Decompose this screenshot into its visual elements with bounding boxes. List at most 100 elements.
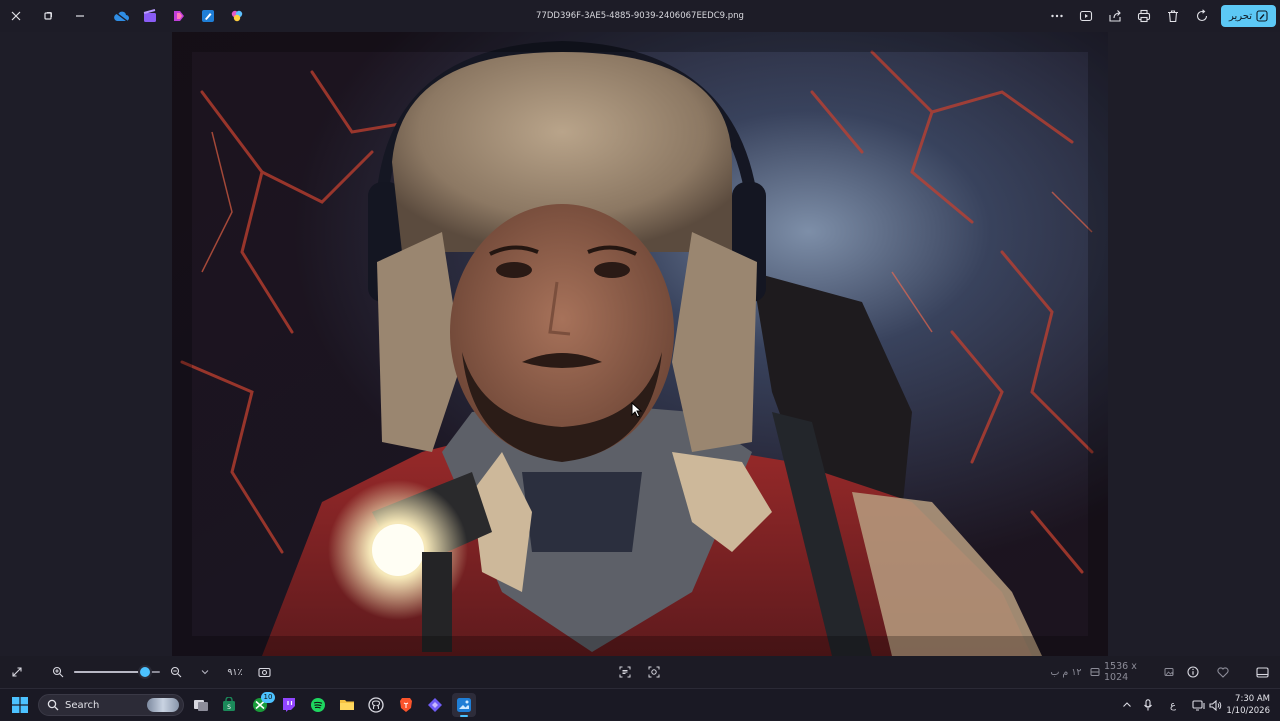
visual-search-button[interactable]	[613, 656, 637, 688]
image-dimensions: 1536 x 1024	[1104, 656, 1160, 688]
taskbar-brave-app[interactable]	[394, 693, 418, 717]
expand-icon	[12, 667, 22, 677]
slideshow-button[interactable]	[1072, 0, 1101, 32]
taskbar-twitch-app[interactable]	[277, 693, 301, 717]
favorite-button[interactable]	[1211, 656, 1235, 688]
crop-scan-button[interactable]	[642, 656, 666, 688]
portrait-image	[172, 32, 1108, 656]
microphone-icon	[1144, 699, 1152, 711]
taskbar-xbox-app[interactable]: 10	[248, 692, 275, 717]
delete-button[interactable]	[1159, 0, 1188, 32]
taskbar-store-app[interactable]: S	[217, 693, 241, 717]
xbox-notification-badge: 10	[261, 692, 275, 703]
title-bar-actions: تحرير	[1043, 0, 1276, 32]
input-language-label: ع	[1170, 699, 1176, 711]
fullscreen-button[interactable]	[4, 656, 30, 688]
tray-network[interactable]	[1188, 689, 1208, 721]
cloud-icon	[113, 11, 129, 22]
zoom-slider[interactable]	[74, 667, 160, 677]
zoom-in-button[interactable]	[46, 656, 70, 688]
monitor-network-icon	[1191, 699, 1205, 711]
more-options-button[interactable]	[1043, 0, 1072, 32]
clock-time: 7:30 AM	[1235, 694, 1270, 704]
clapper-icon	[143, 9, 156, 22]
info-icon	[1187, 666, 1199, 678]
edit-button-label: تحرير	[1228, 10, 1252, 22]
store-icon: S	[223, 697, 235, 711]
zoom-in-icon	[52, 666, 64, 678]
tray-overflow-button[interactable]	[1116, 689, 1138, 721]
tray-input-language[interactable]: ع	[1164, 689, 1182, 721]
windows-logo-icon	[12, 697, 28, 713]
heart-icon	[1217, 666, 1229, 678]
restore-icon	[44, 12, 52, 20]
designer-app-button[interactable]	[164, 0, 193, 32]
restore-button[interactable]	[32, 0, 64, 32]
search-placeholder: Search	[65, 699, 100, 711]
paint-app-button[interactable]	[193, 0, 222, 32]
copilot-app-button[interactable]	[222, 0, 251, 32]
share-button[interactable]	[1101, 0, 1130, 32]
more-icon	[1051, 14, 1064, 18]
image-edit-icon	[201, 10, 214, 22]
taskbar-photos-app[interactable]	[452, 693, 476, 717]
zoom-level[interactable]: ٩١٪	[220, 656, 250, 688]
taskbar-task-view[interactable]	[189, 693, 213, 717]
filmstrip-button[interactable]	[1250, 656, 1274, 688]
clock-date: 1/10/2026	[1226, 706, 1270, 716]
taskbar-linear-app[interactable]	[423, 693, 447, 717]
brave-icon	[400, 698, 412, 712]
taskbar-github-app[interactable]	[364, 693, 388, 717]
twitch-icon	[283, 698, 295, 712]
onedrive-app-button[interactable]	[106, 0, 135, 32]
copilot-icon	[231, 10, 242, 22]
zoom-slider-fill	[74, 671, 145, 673]
edit-image-icon	[1256, 10, 1268, 22]
folder-icon	[340, 700, 354, 710]
actual-size-button[interactable]	[252, 656, 276, 688]
photo-canvas[interactable]	[172, 32, 1108, 656]
rotate-icon	[1197, 9, 1208, 22]
file-info-button[interactable]	[1181, 656, 1205, 688]
close-button[interactable]	[0, 0, 32, 32]
image-viewer[interactable]	[0, 32, 1280, 656]
zoom-level-label: ٩١٪	[227, 666, 243, 678]
chevron-up-icon	[1123, 702, 1131, 707]
print-button[interactable]	[1130, 0, 1159, 32]
edit-button[interactable]: تحرير	[1220, 5, 1276, 27]
spotify-icon	[311, 698, 325, 712]
share-icon	[1109, 10, 1122, 22]
file-time: ١٢ م ب	[1046, 656, 1086, 688]
zoom-slider-thumb[interactable]	[140, 667, 150, 677]
diamond-icon	[428, 698, 442, 712]
zoom-dropdown-button[interactable]	[193, 656, 217, 688]
slideshow-icon	[1080, 10, 1093, 22]
tray-microphone[interactable]	[1138, 689, 1158, 721]
title-bar-left	[0, 0, 251, 32]
minimize-button[interactable]	[64, 0, 96, 32]
filmstrip-icon	[1255, 666, 1269, 678]
taskbar-file-explorer-app[interactable]	[335, 693, 359, 717]
photos-icon	[457, 698, 471, 712]
image-icon	[1164, 668, 1174, 676]
taskbar-spotify-app[interactable]	[306, 693, 330, 717]
search-highlight-art	[147, 698, 179, 712]
zoom-out-button[interactable]	[164, 656, 188, 688]
rotate-button[interactable]	[1188, 0, 1217, 32]
printer-icon	[1138, 9, 1151, 23]
svg-text:S: S	[227, 704, 231, 711]
taskbar-clock[interactable]: 7:30 AM 1/10/2026	[1214, 693, 1270, 717]
title-bar: 77DD396F-3AE5-4885-9039-2406067EEDC9.png…	[0, 0, 1280, 32]
taskbar: Search S 10 ع 7:30 AM 1/10/2026	[0, 688, 1280, 720]
search-icon	[47, 699, 59, 711]
clipchamp-app-button[interactable]	[135, 0, 164, 32]
mouse-cursor-icon	[631, 402, 643, 418]
start-button[interactable]	[12, 697, 28, 713]
storage-icon	[1090, 668, 1100, 676]
image-dimensions-label: 1536 x 1024	[1104, 661, 1137, 683]
designer-icon	[173, 11, 184, 21]
file-size-icon-wrap	[1088, 656, 1102, 688]
close-icon	[11, 11, 21, 21]
taskbar-search[interactable]: Search	[38, 694, 184, 716]
dimensions-icon-wrap	[1162, 656, 1176, 688]
